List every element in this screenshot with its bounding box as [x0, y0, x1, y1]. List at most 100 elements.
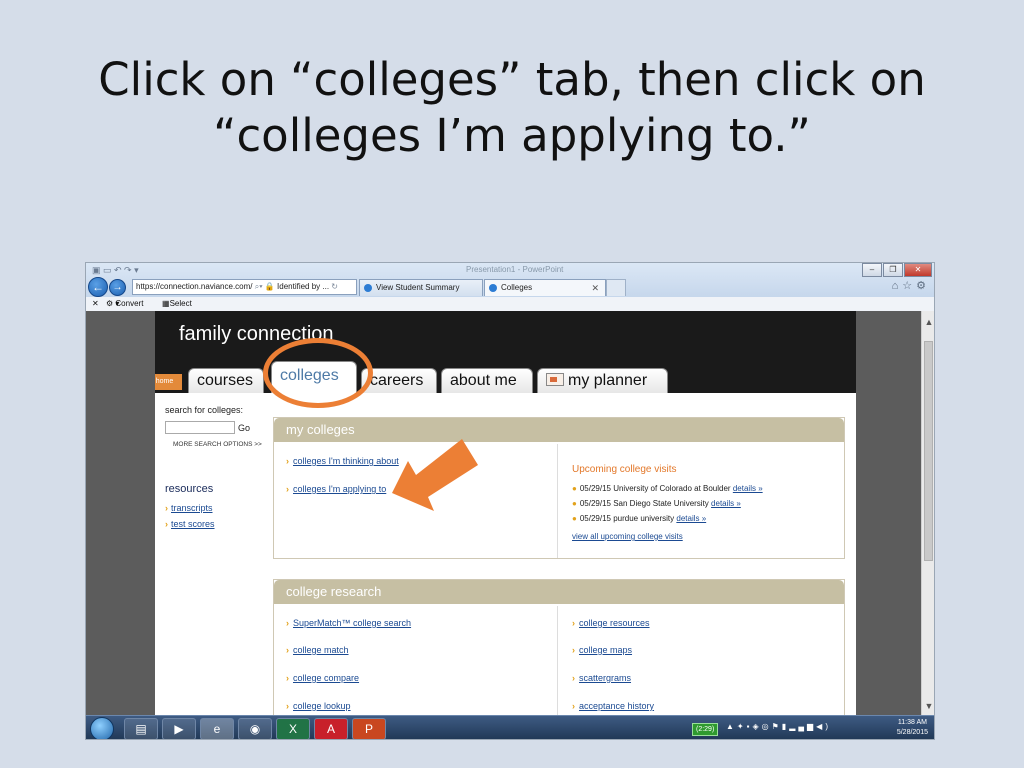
start-button[interactable] — [90, 717, 114, 739]
supermatch-link[interactable]: › SuperMatch™ college search — [286, 618, 411, 628]
security-icon[interactable]: ◈ — [752, 722, 761, 731]
site-header: family connection home courses colleges … — [155, 311, 856, 393]
more-search-options-link[interactable]: MORE SEARCH OPTIONS >> — [173, 441, 262, 448]
scroll-down-icon[interactable]: ▼ — [922, 699, 934, 713]
tab-view-student-summary[interactable]: View Student Summary — [359, 279, 483, 296]
volume-icon[interactable]: ◀) — [816, 722, 831, 731]
update-icon[interactable]: ◎ — [762, 722, 772, 731]
ie-page-icon — [489, 284, 497, 292]
scrollbar-thumb[interactable] — [924, 341, 933, 561]
close-icon[interactable]: ✕ — [904, 263, 932, 277]
scattergrams-link[interactable]: › scattergrams — [572, 673, 631, 683]
colleges-thinking-about-link[interactable]: › colleges I'm thinking about — [286, 456, 399, 466]
go-button[interactable]: Go — [238, 423, 250, 433]
home-icon[interactable]: ⌂ — [892, 280, 903, 292]
view-all-visits-link[interactable]: view all upcoming college visits — [572, 532, 683, 541]
search-icon[interactable]: ⌕▾ — [255, 282, 263, 291]
search-row: Go — [165, 421, 250, 434]
panel-divider — [557, 444, 558, 558]
details-link[interactable]: details » — [676, 514, 706, 523]
chevron-right-icon: › — [572, 645, 575, 655]
acceptance-history-link[interactable]: › acceptance history — [572, 701, 654, 711]
details-link[interactable]: details » — [733, 484, 763, 493]
acrobat-icon[interactable]: A — [314, 718, 348, 739]
my-colleges-heading: my colleges — [274, 418, 844, 442]
link-label: college maps — [579, 645, 633, 655]
clock[interactable]: 11:38 AM 5/28/2015 — [897, 718, 928, 738]
gear-icon[interactable]: ⚙ — [916, 280, 930, 292]
scroll-up-icon[interactable]: ▲ — [922, 315, 934, 329]
tab-about-me[interactable]: about me — [441, 368, 533, 393]
left-sidebar: search for colleges: Go MORE SEARCH OPTI… — [165, 405, 270, 529]
tab-my-planner-label: my planner — [568, 372, 648, 389]
highlight-circle — [263, 338, 373, 408]
transcripts-link[interactable]: › transcripts — [165, 503, 213, 513]
tab-my-planner[interactable]: my planner — [537, 368, 668, 393]
test-scores-link[interactable]: › test scores — [165, 519, 215, 529]
system-tray-icons: ▲✦▪◈◎⚑▮▂▄▆◀) — [726, 722, 831, 731]
chevron-right-icon: › — [286, 701, 289, 711]
chevron-right-icon: › — [286, 484, 289, 494]
favorites-star-icon[interactable]: ☆ — [902, 280, 916, 292]
web-viewport: family connection home courses colleges … — [86, 311, 934, 715]
toolbar-icons: ⌂☆⚙ — [892, 279, 930, 292]
home-tab[interactable]: home — [155, 374, 182, 390]
chevron-right-icon: › — [572, 673, 575, 683]
convert-button[interactable]: ⚙ Convert ▾ — [106, 297, 143, 311]
minimize-icon[interactable]: – — [862, 263, 882, 277]
slide-title-line-2: “colleges I’m applying to.” — [213, 109, 811, 162]
college-match-link[interactable]: › college match — [286, 645, 349, 655]
new-tab-button[interactable] — [606, 279, 626, 296]
warning-icon[interactable]: ▲ — [726, 722, 737, 731]
refresh-icon[interactable]: ↻ — [331, 282, 338, 291]
visit-text: 05/29/15 purdue university — [579, 514, 675, 523]
forward-arrow-icon[interactable]: → — [109, 279, 126, 296]
signal-icon[interactable]: ▂▄▆ — [789, 722, 816, 731]
slide-title-line-1: Click on “colleges” tab, then click on — [98, 53, 926, 106]
file-explorer-icon[interactable]: ▤ — [124, 718, 158, 739]
college-compare-link[interactable]: › college compare — [286, 673, 359, 683]
pointer-arrow-icon — [392, 439, 478, 511]
tab-courses[interactable]: courses — [188, 368, 264, 393]
select-button[interactable]: ▦ Select — [162, 297, 192, 311]
app-title: Presentation1 - PowerPoint — [466, 265, 564, 274]
battery-status-badge[interactable]: (2:29) — [692, 723, 719, 736]
upcoming-visits-heading: Upcoming college visits — [572, 464, 677, 475]
details-link[interactable]: details » — [711, 499, 741, 508]
back-arrow-icon[interactable]: ← — [88, 277, 108, 297]
visit-item: ● 05/29/15 San Diego State University det… — [572, 499, 741, 508]
maximize-icon[interactable]: ❐ — [883, 263, 903, 277]
browser-screenshot: ▣ ▭ ↶ ↷ ▾ Presentation1 - PowerPoint – ❐… — [85, 262, 935, 740]
window-controls: – ❐ ✕ — [861, 263, 932, 277]
college-maps-link[interactable]: › college maps — [572, 645, 632, 655]
excel-icon[interactable]: X — [276, 718, 310, 739]
vertical-scrollbar[interactable]: ▲ ▼ — [921, 311, 934, 715]
panel-divider — [557, 606, 558, 715]
internet-explorer-icon[interactable]: e — [200, 718, 234, 739]
quick-access-icons: ▣ ▭ ↶ ↷ ▾ — [92, 265, 139, 275]
outlook-icon[interactable]: ◉ — [238, 718, 272, 739]
address-bar[interactable]: https://connection.naviance.com/ ⌕▾ 🔒 Id… — [132, 279, 357, 295]
flag-icon[interactable]: ⚑ — [772, 722, 782, 731]
link-label: college lookup — [293, 701, 351, 711]
college-search-input[interactable] — [165, 421, 235, 434]
tab-close-icon[interactable]: ✕ — [591, 280, 599, 296]
family-connection-site: family connection home courses colleges … — [155, 311, 856, 715]
link-label: college match — [293, 645, 349, 655]
tab-colleges[interactable]: Colleges ✕ — [484, 279, 606, 296]
link-label: colleges I'm applying to — [293, 484, 387, 494]
media-player-icon[interactable]: ▶ — [162, 718, 196, 739]
powerpoint-icon[interactable]: P — [352, 718, 386, 739]
clock-date: 5/28/2015 — [896, 729, 928, 736]
network-icon[interactable]: ✦ — [737, 722, 747, 731]
link-label: college resources — [579, 618, 650, 628]
resources-heading: resources — [165, 483, 214, 495]
search-label: search for colleges: — [165, 405, 244, 415]
colleges-applying-to-link[interactable]: › colleges I'm applying to — [286, 484, 386, 494]
college-lookup-link[interactable]: › college lookup — [286, 701, 351, 711]
chevron-right-icon: › — [572, 701, 575, 711]
college-resources-link[interactable]: › college resources — [572, 618, 650, 628]
close-toolbar-icon[interactable]: ✕ — [92, 297, 99, 311]
visit-text: 05/29/15 San Diego State University — [579, 499, 709, 508]
chevron-right-icon: › — [572, 618, 575, 628]
